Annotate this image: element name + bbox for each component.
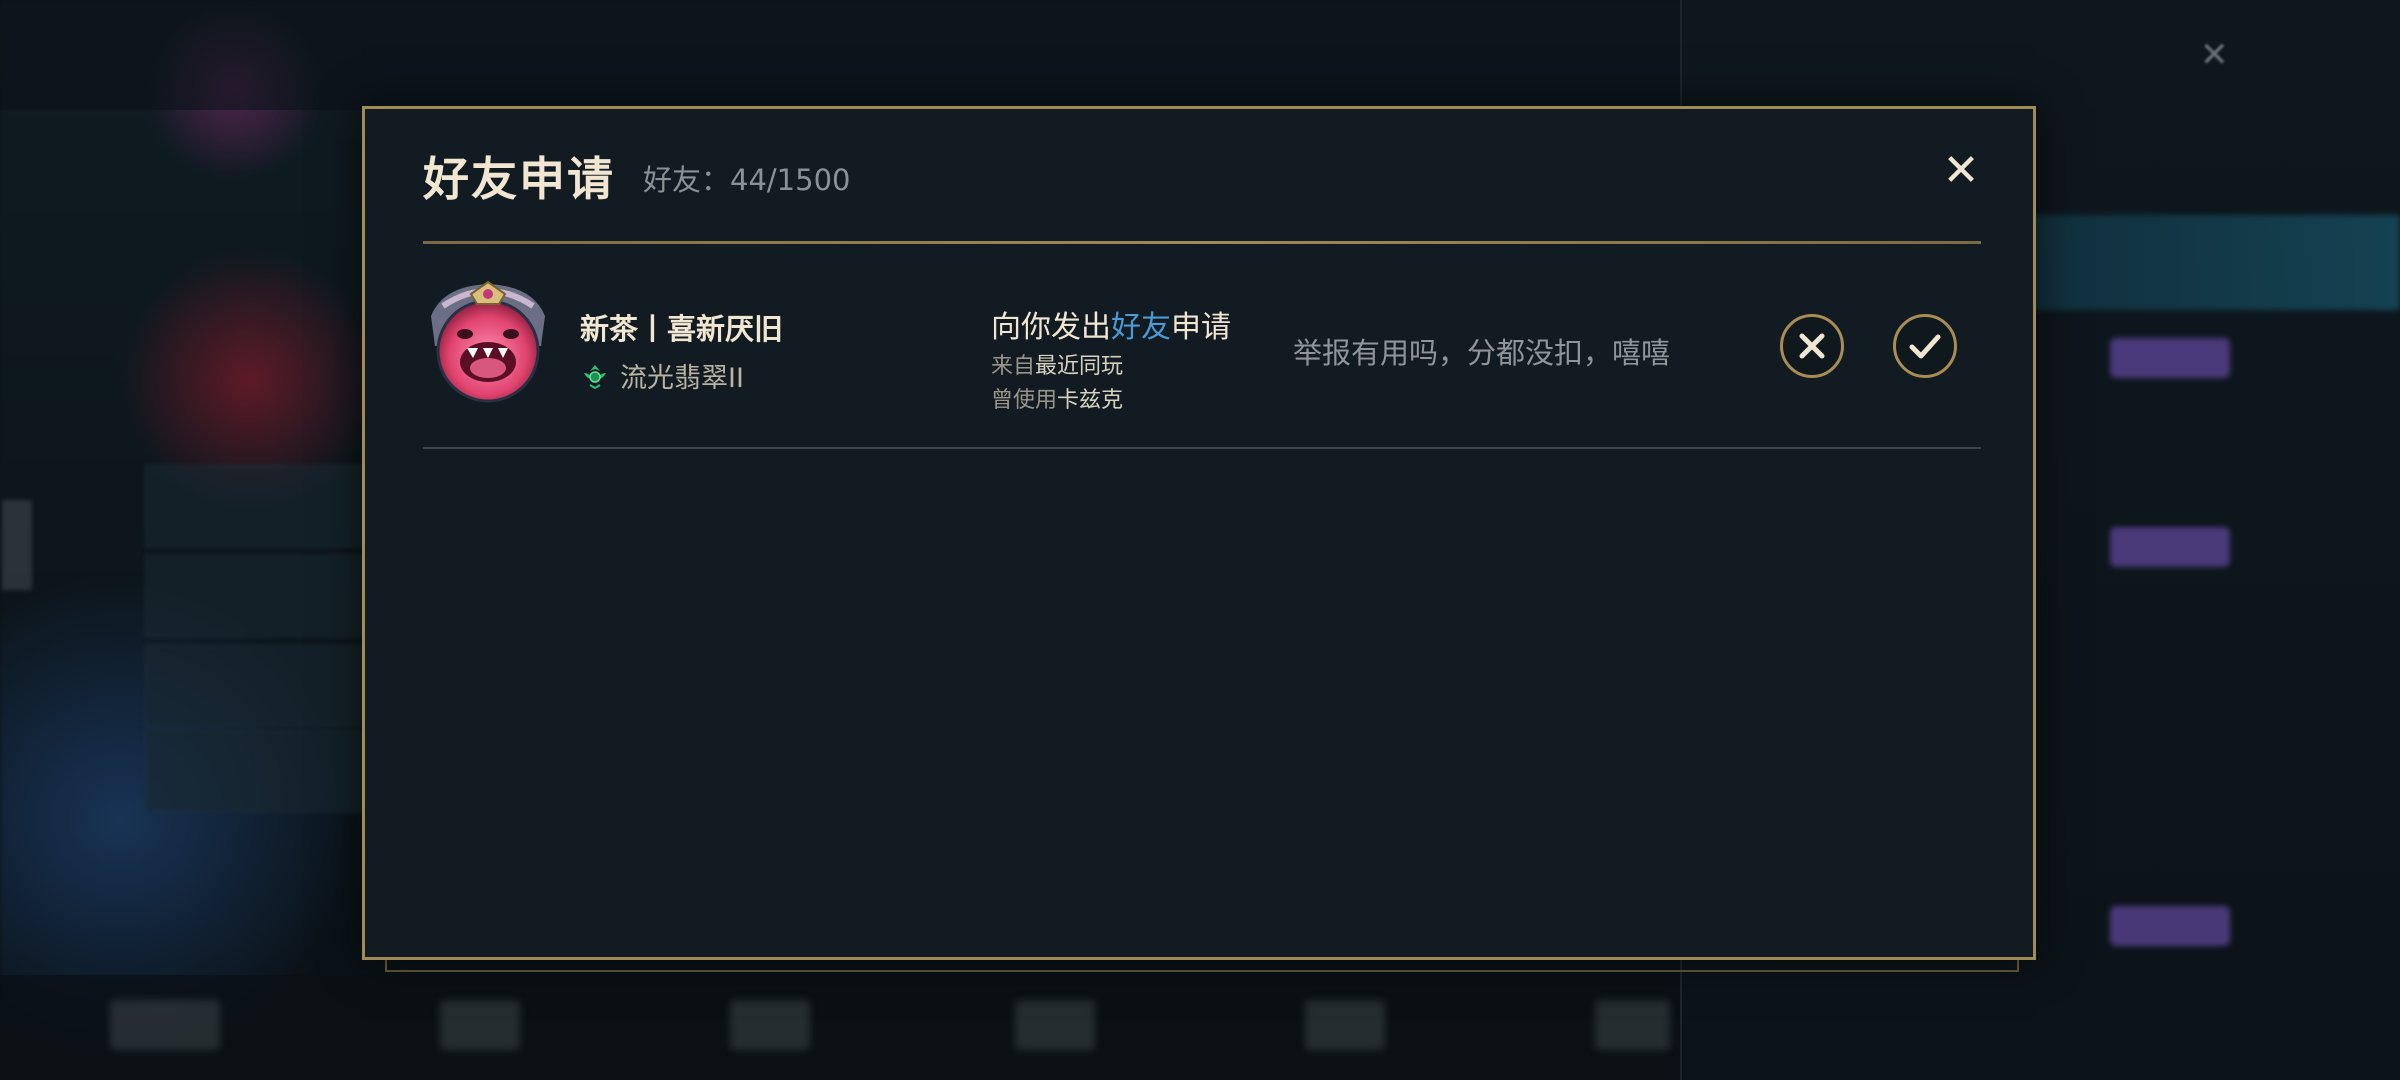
close-icon[interactable]: ✕: [1939, 149, 1983, 193]
background-topbar: [0, 0, 1680, 110]
background-list-item: [145, 645, 377, 727]
champion-value: 卡兹克: [1057, 388, 1124, 413]
row-divider: [423, 447, 1981, 449]
background-list-item: [145, 555, 377, 637]
request-type-highlight: 好友: [1111, 310, 1171, 345]
background-list-item: [145, 465, 377, 547]
request-message: 举报有用吗，分都没扣，嘻嘻: [1293, 336, 1671, 370]
background-badge: [2110, 527, 2230, 567]
player-name: 新茶丨喜新厌旧: [580, 312, 784, 346]
accept-check-icon: [1909, 334, 1941, 359]
background-nav-item: [730, 1000, 810, 1050]
background-bottom-nav: [0, 975, 1680, 1080]
background-nav-item: [440, 1000, 520, 1050]
background-nav-item: [110, 1000, 220, 1050]
background-nav-item: [1305, 1000, 1385, 1050]
friend-request-dialog: 好友申请 好友：44/1500 ✕ 新茶丨喜新厌旧 流光翡翠II 向你发出好友申…: [362, 106, 2036, 960]
request-text-prefix: 向你发出: [991, 310, 1111, 345]
emerald-rank-icon: [580, 361, 610, 391]
request-text-suffix: 申请: [1171, 310, 1231, 345]
request-description: 向你发出好友申请: [991, 302, 1231, 346]
background-side-label: [2, 500, 32, 590]
request-source: 来自最近同玩: [991, 348, 1123, 380]
background-nav-item: [1595, 1000, 1670, 1050]
background-nav-item: [1015, 1000, 1095, 1050]
dialog-title: 好友申请: [423, 152, 615, 206]
dialog-shadow-edge: [385, 958, 2019, 972]
friend-request-row: 新茶丨喜新厌旧 流光翡翠II 向你发出好友申请 来自最近同玩 曾使用卡兹克 举报…: [423, 244, 1981, 554]
background-badge: [2110, 906, 2230, 946]
decline-button[interactable]: [1780, 314, 1844, 378]
rank-label: 流光翡翠II: [620, 363, 744, 394]
background-list-item: [145, 730, 377, 812]
poro-avatar: [423, 276, 553, 406]
decline-x-icon: [1799, 333, 1825, 359]
background-badge: [2110, 338, 2230, 378]
accept-button[interactable]: [1893, 314, 1957, 378]
champion-prefix: 曾使用: [991, 388, 1058, 413]
source-prefix: 来自: [991, 354, 1036, 379]
background-close-icon: ✕: [2200, 35, 2229, 75]
source-value: 最近同玩: [1035, 354, 1124, 379]
player-rank: 流光翡翠II: [580, 356, 744, 394]
friend-count: 好友：44/1500: [643, 163, 851, 197]
request-champion: 曾使用卡兹克: [991, 382, 1123, 414]
